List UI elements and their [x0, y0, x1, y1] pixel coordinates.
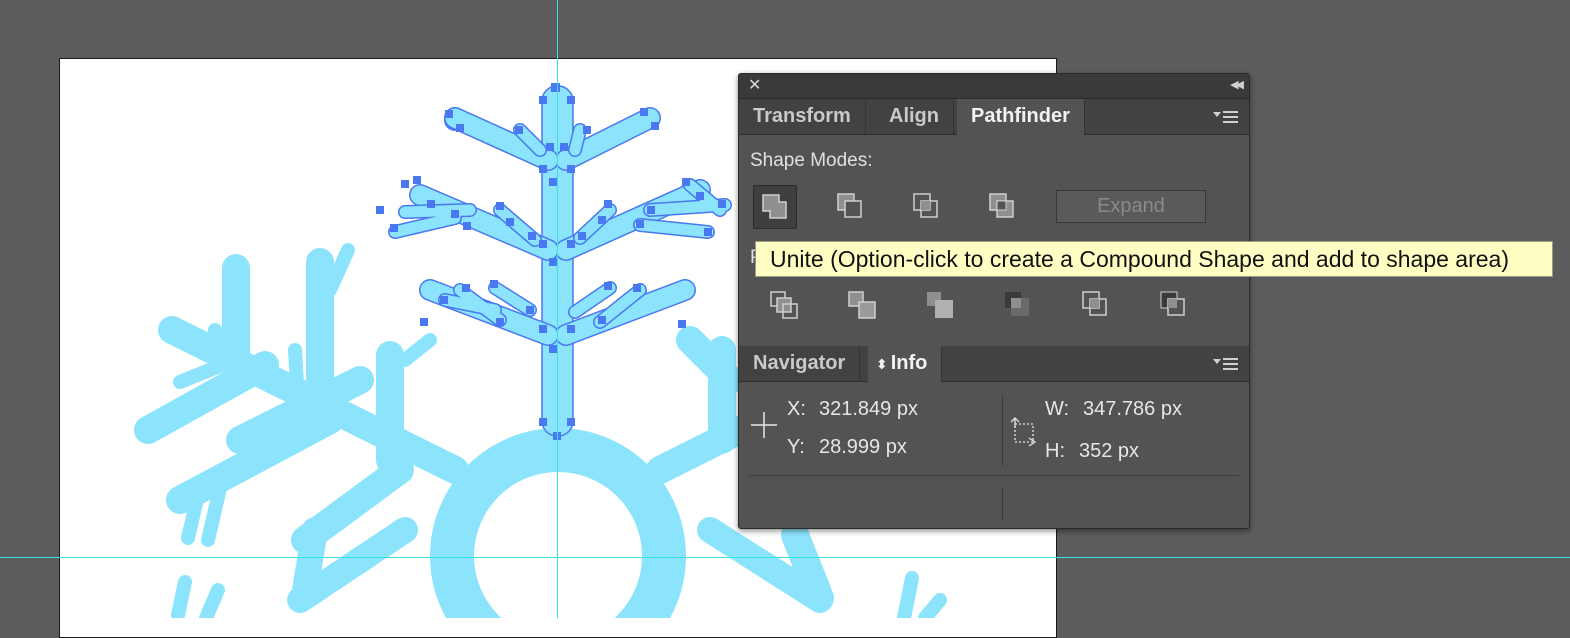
outline-button[interactable]	[1077, 286, 1117, 326]
illustrator-canvas[interactable]: ✕ ◀◀ Transform Align Pathfinder Shape Mo…	[0, 0, 1570, 638]
crop-icon	[1005, 292, 1029, 316]
crop-button[interactable]	[999, 286, 1039, 326]
vertical-guide[interactable]	[557, 0, 558, 618]
info-divider	[1002, 394, 1003, 466]
minus-front-icon	[837, 193, 862, 218]
panel-menu-icon[interactable]	[1213, 109, 1239, 125]
divide-button[interactable]	[765, 286, 805, 326]
tab-info-toggle-icon: ⬍	[876, 356, 888, 372]
w-value: 347.786 px	[1083, 398, 1182, 420]
divide-icon	[770, 291, 798, 319]
intersect-icon	[913, 193, 938, 218]
collapse-panel-icon[interactable]: ◀◀	[1230, 78, 1244, 91]
shape-modes-label: Shape Modes:	[750, 150, 873, 171]
tab-align[interactable]: Align	[875, 99, 954, 134]
h-value: 352 px	[1079, 440, 1140, 462]
exclude-button[interactable]	[981, 185, 1025, 229]
merge-icon	[927, 292, 953, 318]
trim-icon	[848, 291, 876, 319]
w-label: W:	[1045, 398, 1070, 420]
dimensions-icon	[1010, 417, 1037, 446]
intersect-button[interactable]	[905, 185, 949, 229]
info-divider-horizontal	[749, 475, 1239, 476]
x-label: X:	[787, 398, 806, 420]
unite-icon	[762, 194, 787, 219]
top-tab-row: Transform Align Pathfinder	[739, 99, 1249, 135]
merge-button[interactable]	[921, 286, 961, 326]
bottom-tab-row: Navigator ⬍ Info	[739, 346, 1249, 382]
pathfinder-info-panel: ✕ ◀◀ Transform Align Pathfinder Shape Mo…	[738, 73, 1250, 529]
close-icon[interactable]: ✕	[748, 77, 761, 95]
tab-navigator[interactable]: Navigator	[739, 346, 861, 381]
info-divider-lower	[1002, 488, 1003, 520]
outline-icon	[1082, 291, 1107, 316]
horizontal-guide[interactable]	[0, 557, 1570, 558]
minus-back-button[interactable]	[1155, 286, 1195, 326]
tab-transform[interactable]: Transform	[739, 99, 866, 134]
h-label: H:	[1045, 440, 1065, 462]
crosshair-icon	[751, 412, 777, 438]
tab-info[interactable]: ⬍ Info	[868, 346, 943, 382]
trim-button[interactable]	[843, 286, 883, 326]
minus-front-button[interactable]	[829, 185, 873, 229]
y-value: 28.999 px	[819, 436, 907, 458]
tab-info-label: Info	[890, 352, 928, 374]
unite-tooltip: Unite (Option-click to create a Compound…	[755, 241, 1553, 277]
info-readout: X: 321.849 px Y: 28.999 px W: 347.786 px…	[739, 382, 1249, 528]
info-panel-menu-icon[interactable]	[1213, 356, 1239, 372]
snowflake-ring	[430, 428, 686, 618]
selected-snowflake-arm	[376, 83, 732, 440]
panel-titlebar[interactable]: ✕ ◀◀	[739, 74, 1249, 99]
tab-pathfinder[interactable]: Pathfinder	[957, 99, 1085, 135]
exclude-icon	[989, 193, 1014, 218]
minus-back-icon	[1160, 291, 1185, 316]
expand-button[interactable]: Expand	[1056, 190, 1206, 223]
y-label: Y:	[787, 436, 805, 458]
unite-button[interactable]	[753, 185, 797, 229]
x-value: 321.849 px	[819, 398, 918, 420]
